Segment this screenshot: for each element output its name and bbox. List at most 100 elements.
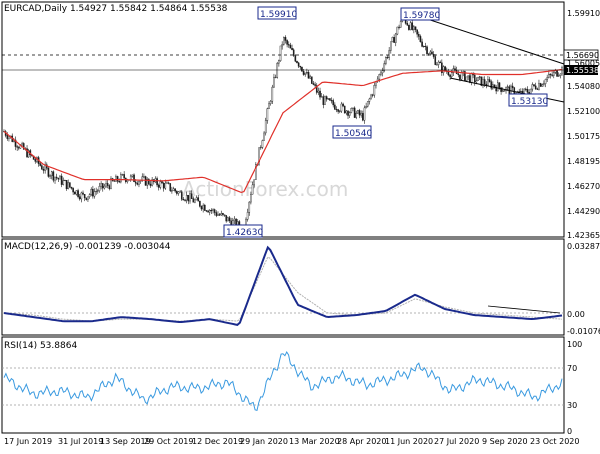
candle-body	[95, 190, 97, 192]
candle-body	[75, 190, 78, 195]
candle-body	[557, 75, 560, 77]
candle-body	[511, 85, 514, 89]
annotation-low-1: 1.50540	[332, 125, 372, 139]
candle-body	[362, 113, 364, 121]
candle-body	[199, 200, 201, 207]
candle-body	[134, 181, 137, 184]
candle-body	[320, 96, 323, 98]
candle-body	[205, 210, 208, 212]
candle-body	[105, 183, 107, 187]
candle-body	[246, 212, 249, 220]
rsi-panel-frame	[1, 336, 565, 434]
candle-body	[493, 84, 496, 88]
annotation-high-1: 1.59910	[257, 6, 297, 20]
macd-trend-line	[487, 305, 561, 314]
candle-body	[90, 188, 93, 195]
candle-body	[167, 182, 170, 184]
candle-body	[371, 94, 374, 96]
x-tick-label: 27 Jul 2020	[434, 437, 479, 446]
candle-body	[52, 171, 55, 181]
candle-body	[552, 72, 555, 76]
candle-body	[327, 98, 330, 100]
rsi-line	[3, 350, 563, 412]
candle-body	[103, 185, 106, 189]
candle-body	[304, 72, 307, 75]
candle-body	[184, 199, 186, 201]
candle-body	[161, 181, 163, 184]
candle-body	[264, 120, 267, 134]
candle-body	[64, 180, 66, 182]
candle-body	[65, 180, 68, 190]
x-tick-label: 11 Jun 2020	[385, 437, 433, 446]
candle-body	[83, 194, 86, 199]
candle-body	[169, 183, 172, 191]
moving-average-line	[3, 68, 563, 194]
candle-body	[227, 217, 229, 222]
candle-body	[251, 184, 254, 195]
macd-header: MACD(12,26,9) -0.001239 -0.003044	[4, 242, 171, 252]
candle-body	[380, 72, 382, 75]
main-header: EURCAD,Daily 1.54927 1.55842 1.54864 1.5…	[4, 4, 228, 14]
x-tick-label: 29 Jan 2020	[240, 437, 288, 446]
candle-body	[200, 206, 203, 210]
current-price-label: 1.55538	[566, 66, 599, 75]
candle-body	[373, 85, 376, 96]
macd-y-axis: 0.032871 0.00 -0.010762	[567, 242, 600, 336]
candle-body	[292, 49, 295, 56]
candle-body	[526, 89, 529, 93]
candle-body	[534, 85, 537, 90]
candle-body	[212, 209, 214, 211]
candle-body	[126, 180, 129, 182]
candle-body	[210, 210, 213, 212]
candle-body	[162, 183, 165, 189]
y-tick-label: 100	[567, 340, 582, 349]
candle-body	[220, 213, 223, 216]
candle-body	[411, 22, 414, 30]
candle-body	[360, 113, 362, 116]
candle-body	[330, 100, 333, 102]
candle-body	[429, 51, 432, 54]
y-tick-label: 1.54080	[567, 82, 600, 91]
candle-body	[283, 37, 285, 45]
candle-body	[116, 176, 119, 182]
candle-body	[34, 159, 37, 162]
candle-body	[189, 193, 191, 202]
candle-body	[439, 61, 441, 64]
candle-body	[497, 82, 499, 92]
candle-body	[342, 103, 344, 107]
candle-body	[106, 183, 109, 186]
candle-body	[311, 76, 313, 84]
candle-body	[62, 180, 65, 185]
candle-body	[335, 109, 338, 111]
x-tick-label: 31 Jul 2019	[58, 437, 103, 446]
candle-body	[228, 217, 231, 222]
candle-body	[307, 72, 310, 79]
candle-body	[204, 205, 206, 211]
main-y-axis: 1.59910 1.56005 1.54080 1.52100 1.50175 …	[567, 9, 600, 240]
candle-body	[427, 53, 430, 55]
candle-body	[473, 74, 476, 83]
candle-body	[302, 70, 305, 75]
candle-body	[215, 212, 218, 216]
dashed-level-tag: 1.56690	[563, 49, 599, 61]
candle-body	[279, 45, 282, 61]
x-tick-label: 28 Apr 2020	[337, 437, 386, 446]
candle-body	[297, 62, 300, 67]
candle-body	[149, 183, 152, 186]
candle-body	[166, 182, 168, 184]
candle-body	[324, 96, 326, 105]
candle-body	[394, 33, 397, 43]
x-tick-label: 29 Oct 2019	[144, 437, 193, 446]
candle-body	[207, 210, 209, 213]
candle-body	[434, 56, 437, 65]
candle-body	[286, 40, 288, 45]
candle-body	[263, 132, 265, 141]
candle-body	[334, 104, 336, 110]
candle-body	[78, 196, 81, 200]
candle-body	[549, 73, 552, 76]
candle-body	[465, 76, 468, 81]
annotation-label: 1.59780	[403, 11, 440, 21]
candle-body	[156, 178, 158, 186]
candle-body	[57, 177, 60, 180]
candle-body	[18, 147, 20, 149]
